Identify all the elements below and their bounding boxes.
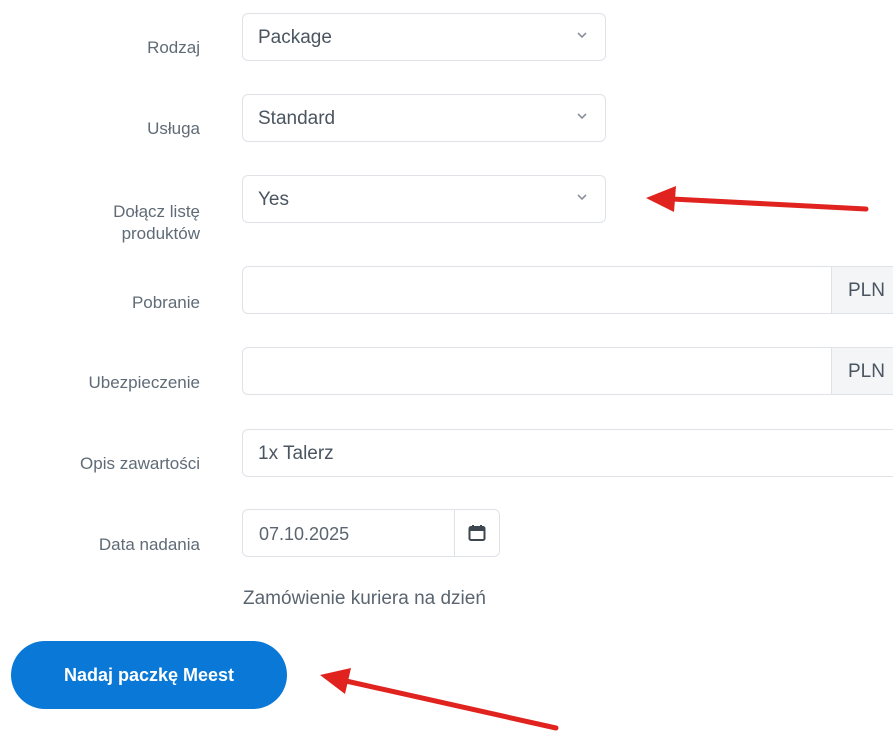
date-input[interactable]: 07.10.2025 [243, 510, 454, 556]
chevron-down-icon [577, 32, 587, 39]
ubezpieczenie-label: Ubezpieczenie [88, 373, 200, 392]
dolacz-value: Yes [258, 189, 289, 210]
dolacz-label-line1: Dołącz listę [113, 202, 200, 221]
date-input-group: 07.10.2025 [242, 509, 500, 557]
date-helper-text: Zamówienie kuriera na dzień [243, 588, 486, 609]
arrow-to-dolacz [646, 186, 869, 212]
usluga-select[interactable]: Standard [242, 94, 606, 142]
pobranie-input[interactable] [243, 267, 831, 313]
rodzaj-select[interactable]: Package [242, 13, 606, 61]
opis-label: Opis zawartości [80, 454, 200, 473]
ubezpieczenie-input-group: PLN [242, 347, 893, 395]
calendar-button[interactable] [454, 510, 499, 556]
dolacz-select[interactable]: Yes [242, 175, 606, 223]
ubezpieczenie-currency: PLN [831, 348, 893, 394]
chevron-down-icon [577, 113, 587, 120]
pobranie-label: Pobranie [131, 293, 200, 312]
chevron-down-icon [577, 194, 587, 201]
usluga-label: Usługa [147, 119, 200, 138]
opis-input[interactable]: 1x Talerz [242, 429, 893, 477]
pobranie-input-group: PLN [242, 266, 893, 314]
opis-value: 1x Talerz [258, 443, 334, 464]
calendar-icon [468, 525, 486, 541]
dolacz-label-line2: produktów [121, 224, 200, 243]
submit-meest-button[interactable]: Nadaj paczkę Meest [11, 641, 287, 709]
data-label: Data nadania [98, 535, 200, 554]
usluga-value: Standard [258, 108, 336, 129]
arrow-to-submit [320, 668, 559, 731]
ubezpieczenie-input[interactable] [243, 348, 831, 394]
pobranie-currency: PLN [831, 267, 893, 313]
rodzaj-label: Rodzaj [147, 38, 200, 57]
rodzaj-value: Package [258, 27, 332, 48]
dolacz-label: Dołącz listę produktów [113, 201, 200, 245]
